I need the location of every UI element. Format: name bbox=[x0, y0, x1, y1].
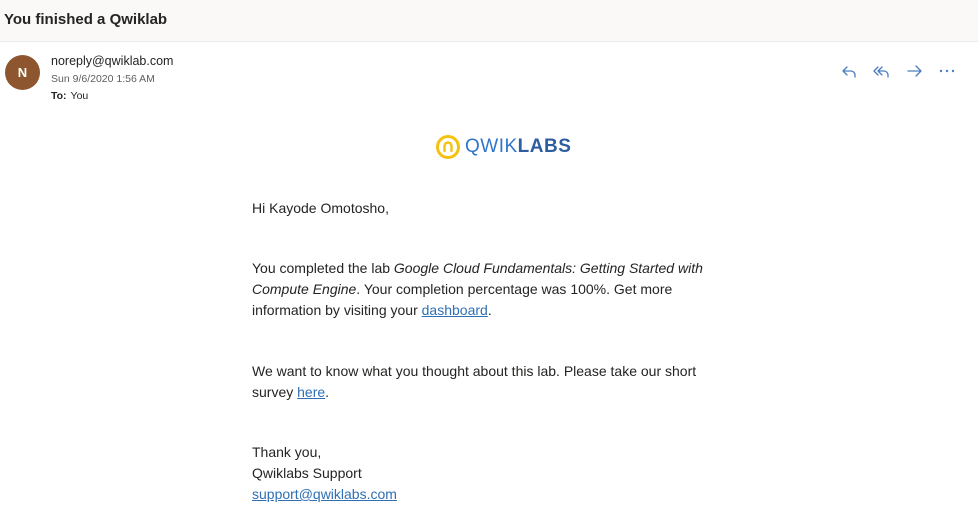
support-email-link[interactable]: support@qwiklabs.com bbox=[252, 486, 397, 502]
sender-email[interactable]: noreply@qwiklab.com bbox=[51, 54, 173, 68]
sent-date: Sun 9/6/2020 1:56 AM bbox=[51, 73, 155, 85]
signoff: Thank you, bbox=[252, 444, 322, 460]
subject-bar: You finished a Qwiklab bbox=[0, 0, 978, 42]
signature-name: Qwiklabs Support bbox=[252, 465, 362, 481]
forward-icon[interactable] bbox=[904, 60, 926, 82]
email-subject: You finished a Qwiklab bbox=[4, 11, 168, 28]
to-label: To: bbox=[51, 90, 67, 102]
more-icon[interactable] bbox=[936, 60, 958, 82]
reply-all-icon[interactable] bbox=[871, 60, 893, 82]
qwiklabs-logo-icon bbox=[436, 135, 460, 159]
greeting: Hi Kayode Omotosho, bbox=[252, 200, 389, 216]
logo-text-bold: LABS bbox=[517, 136, 572, 157]
dashboard-link[interactable]: dashboard bbox=[422, 302, 488, 318]
reply-icon[interactable] bbox=[838, 60, 860, 82]
survey-paragraph: We want to know what you thought about t… bbox=[252, 361, 732, 403]
recipient-name[interactable]: You bbox=[71, 90, 89, 102]
completion-paragraph: You completed the lab Google Cloud Funda… bbox=[252, 258, 732, 321]
completion-suffix: . bbox=[487, 302, 492, 318]
signature-block: Thank you, Qwiklabs Support support@qwik… bbox=[252, 442, 732, 505]
recipient-line: To: You bbox=[51, 90, 88, 102]
completion-prefix: You completed the lab bbox=[252, 260, 394, 276]
survey-link[interactable]: here bbox=[297, 384, 325, 400]
logo-text-light: QWIK bbox=[465, 136, 518, 157]
survey-suffix: . bbox=[325, 384, 330, 400]
qwiklabs-logo-text: QWIKLABS bbox=[465, 136, 571, 158]
sender-avatar[interactable]: N bbox=[5, 55, 40, 90]
